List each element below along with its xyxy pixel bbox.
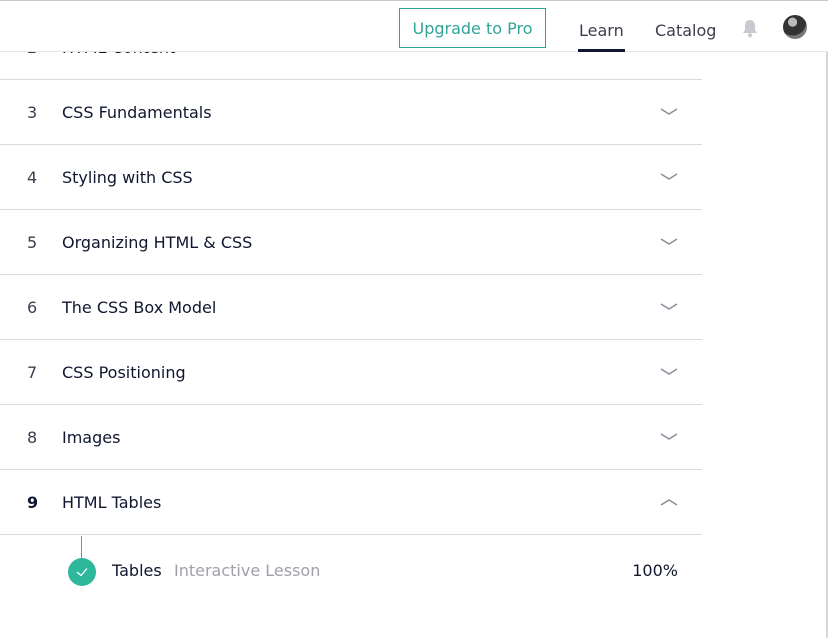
- module-number: 7: [27, 363, 38, 382]
- module-row-5[interactable]: 5 Organizing HTML & CSS: [0, 210, 702, 275]
- check-icon: [68, 558, 96, 586]
- module-row-6[interactable]: 6 The CSS Box Model: [0, 275, 702, 340]
- module-number: 4: [27, 168, 38, 187]
- module-list: 2 HTML Content 3 CSS Fundamentals 4 Styl…: [0, 15, 702, 535]
- chevron-down-icon[interactable]: [660, 172, 678, 182]
- module-number: 8: [27, 428, 38, 447]
- module-title: Images: [62, 428, 121, 447]
- module-row-9[interactable]: 9 HTML Tables: [0, 470, 702, 535]
- chevron-down-icon[interactable]: [660, 432, 678, 442]
- module-number: 6: [27, 298, 38, 317]
- module-title: Organizing HTML & CSS: [62, 233, 253, 252]
- module-title: CSS Fundamentals: [62, 103, 212, 122]
- chevron-down-icon[interactable]: [660, 107, 678, 117]
- module-title: Styling with CSS: [62, 168, 193, 187]
- top-nav-bar: Upgrade to Pro Learn Catalog: [0, 0, 828, 52]
- user-avatar[interactable]: [783, 15, 807, 39]
- lesson-title[interactable]: Tables: [112, 561, 162, 580]
- module-title: HTML Tables: [62, 493, 162, 512]
- lesson-type: Interactive Lesson: [174, 561, 321, 580]
- lesson-progress: 100%: [632, 561, 678, 580]
- chevron-down-icon[interactable]: [660, 237, 678, 247]
- module-number: 5: [27, 233, 38, 252]
- module-number: 9: [27, 493, 39, 512]
- module-row-3[interactable]: 3 CSS Fundamentals: [0, 80, 702, 145]
- chevron-down-icon[interactable]: [660, 302, 678, 312]
- module-row-8[interactable]: 8 Images: [0, 405, 702, 470]
- module-title: CSS Positioning: [62, 363, 186, 382]
- nav-catalog-link[interactable]: Catalog: [655, 8, 716, 52]
- bell-icon[interactable]: [741, 18, 759, 38]
- progress-connector-line: [81, 536, 82, 558]
- lesson-item[interactable]: Tables Interactive Lesson 100%: [0, 536, 702, 608]
- nav-learn-link[interactable]: Learn: [578, 8, 625, 52]
- module-row-4[interactable]: 4 Styling with CSS: [0, 145, 702, 210]
- module-row-7[interactable]: 7 CSS Positioning: [0, 340, 702, 405]
- module-title: The CSS Box Model: [62, 298, 217, 317]
- chevron-up-icon[interactable]: [660, 497, 678, 507]
- module-number: 3: [27, 103, 38, 122]
- upgrade-to-pro-button[interactable]: Upgrade to Pro: [399, 8, 546, 48]
- chevron-down-icon[interactable]: [660, 367, 678, 377]
